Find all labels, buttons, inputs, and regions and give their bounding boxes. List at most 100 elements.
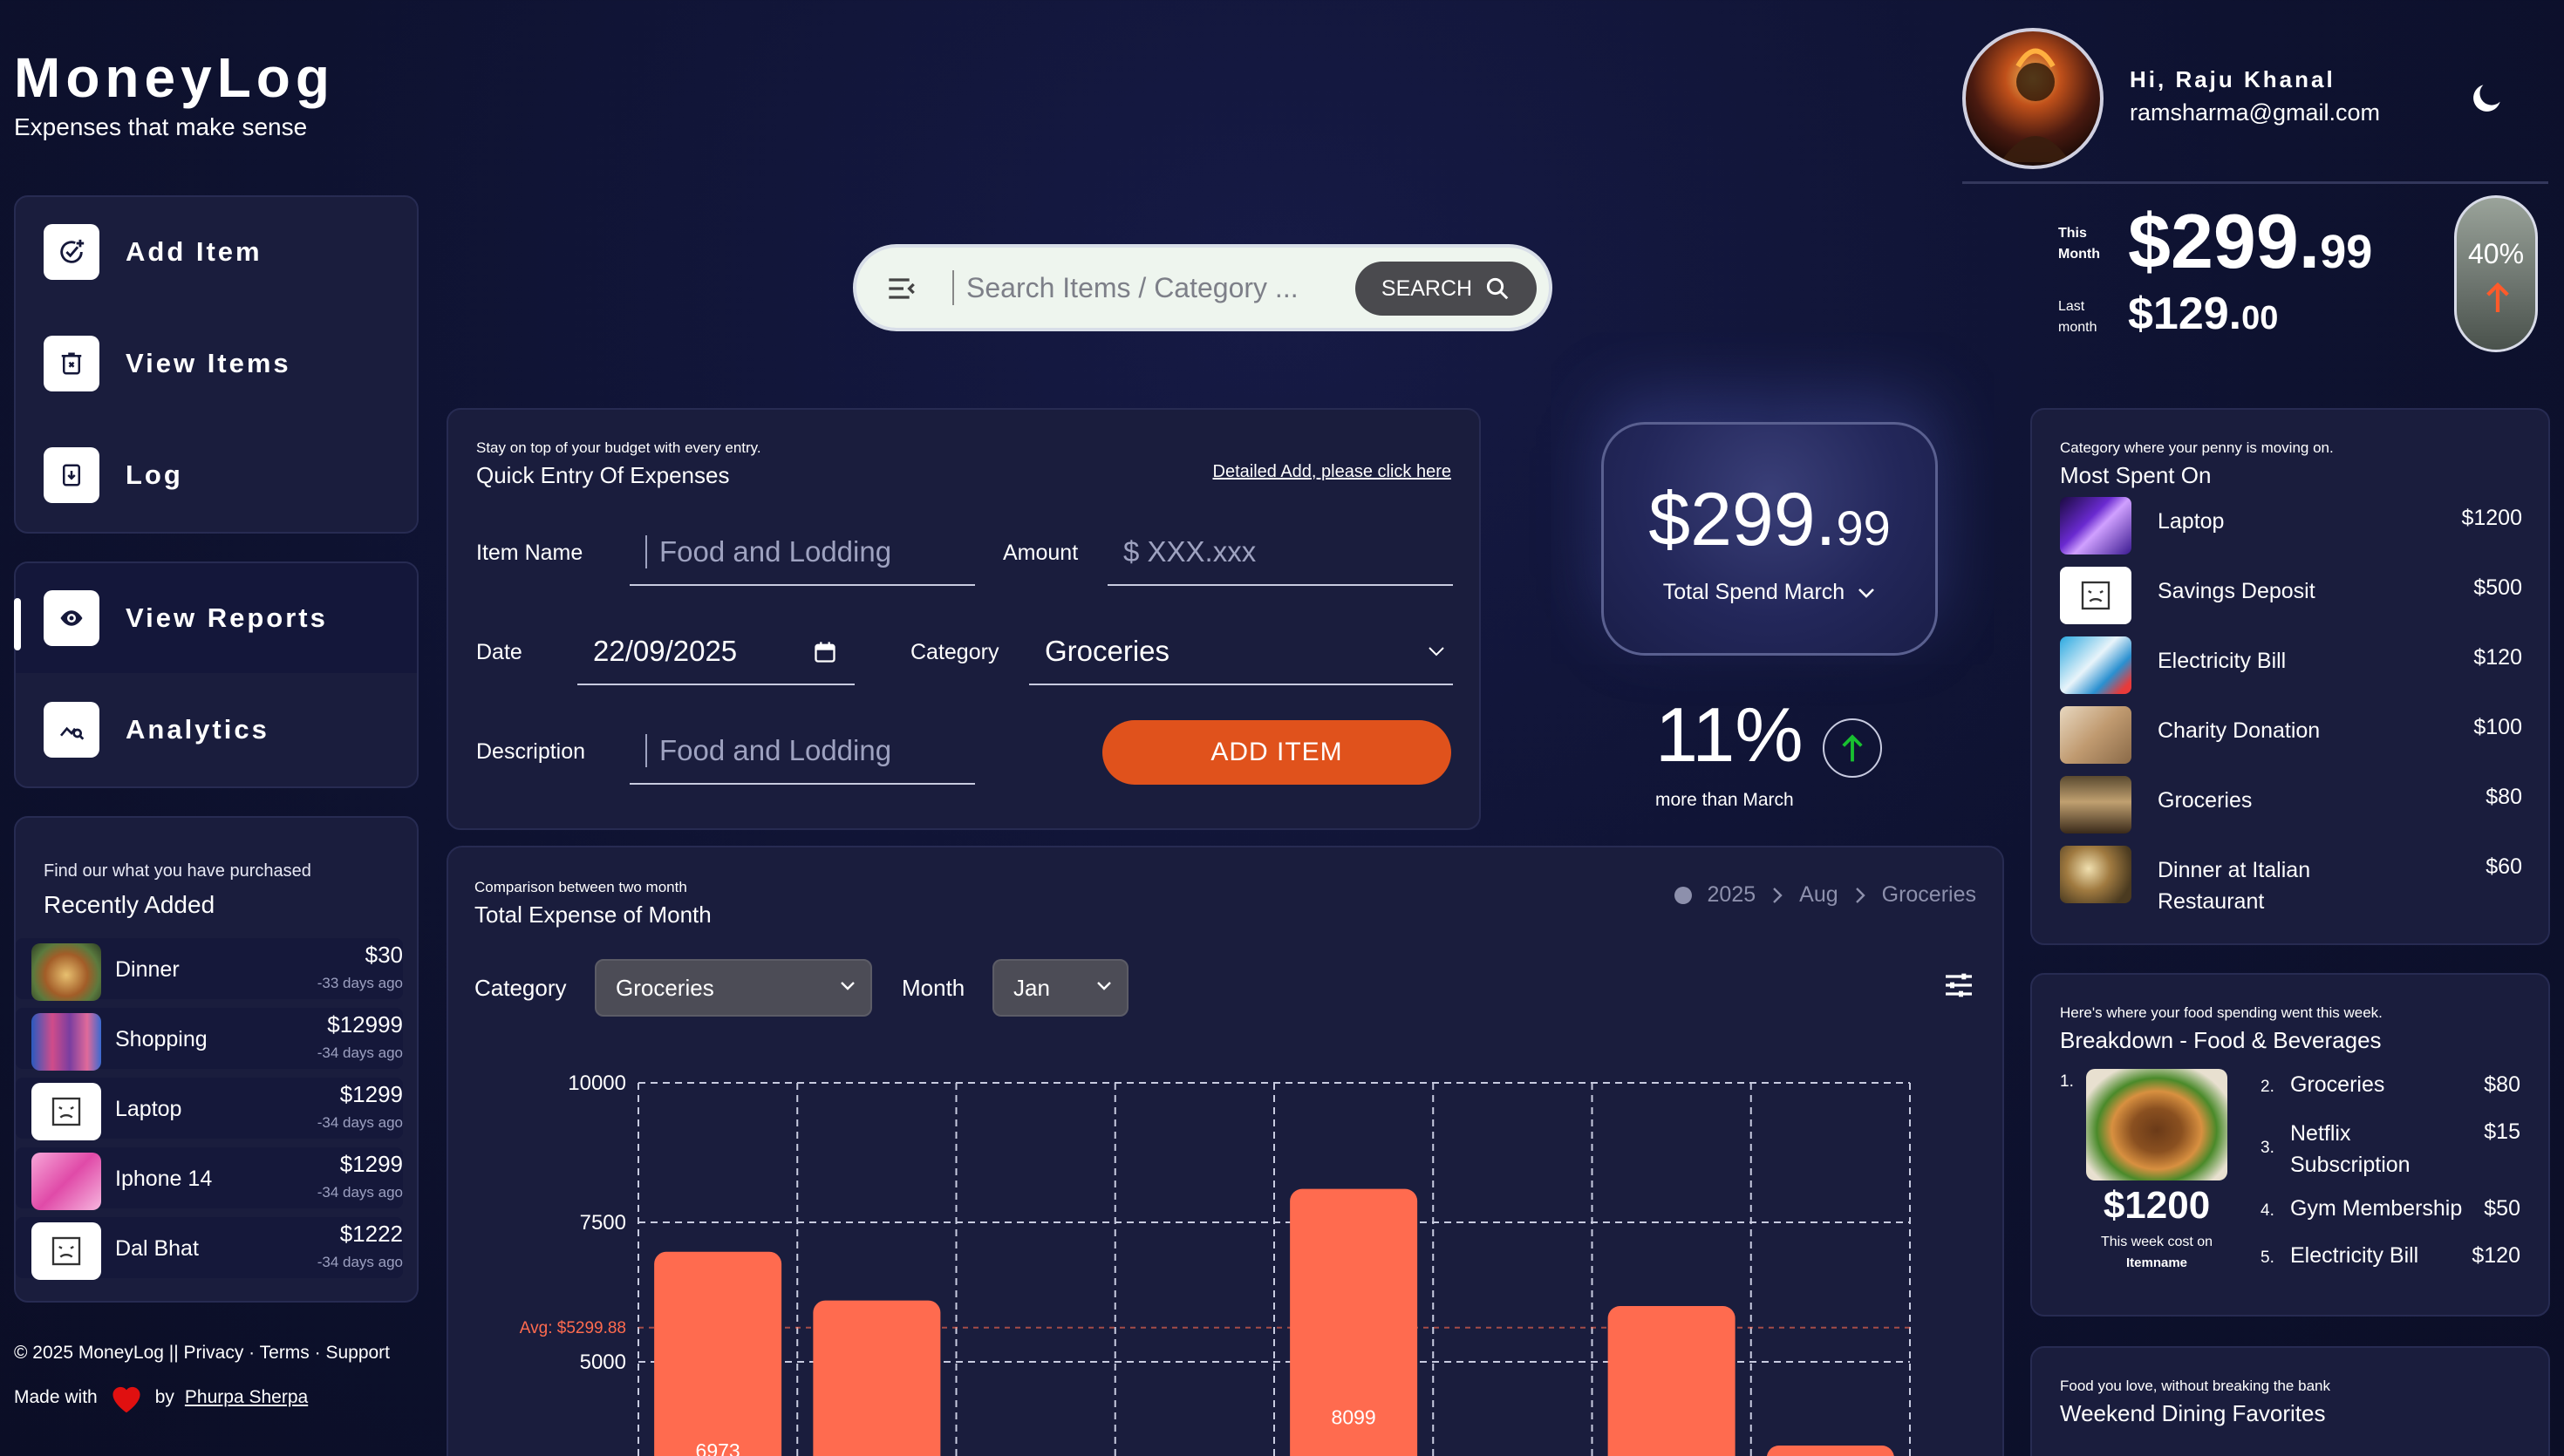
analytics-icon bbox=[44, 702, 99, 758]
category-select[interactable]: Groceries bbox=[1029, 619, 1453, 685]
date-field[interactable]: 22/09/2025 bbox=[577, 619, 855, 685]
percent-change: 11% bbox=[1655, 691, 1804, 778]
nav-label: Analytics bbox=[126, 714, 269, 745]
footer-credit: Made with by Phurpa Sherpa bbox=[14, 1381, 308, 1414]
filter-menu-icon[interactable] bbox=[886, 274, 921, 303]
y-tick-label: 10000 bbox=[568, 1072, 626, 1095]
nav-analytics[interactable]: Analytics bbox=[16, 675, 417, 785]
list-item[interactable]: Dal Bhat $1222 -34 days ago bbox=[16, 1217, 403, 1280]
weekend-title: Weekend Dining Favorites bbox=[2060, 1400, 2326, 1426]
total-spend-card: $299.99 Total Spend March bbox=[1601, 422, 1938, 656]
list-item[interactable]: Shopping $12999 -34 days ago bbox=[16, 1008, 403, 1071]
most-spent-caption: Category where your penny is moving on. bbox=[2060, 439, 2334, 456]
most-spent-amount: $500 bbox=[2473, 575, 2522, 600]
weekend-caption: Food you love, without breaking the bank bbox=[2060, 1378, 2330, 1394]
add-circle-icon bbox=[44, 224, 99, 280]
breakdown-title: Breakdown - Food & Beverages bbox=[2060, 1027, 2382, 1053]
breakdown-item-amount: $80 bbox=[2484, 1072, 2520, 1097]
comparison-panel: Comparison between two month Total Expen… bbox=[447, 846, 2004, 1456]
breakdown-item-amount: $120 bbox=[2472, 1243, 2520, 1268]
date-label: Date bbox=[476, 640, 522, 664]
author-link[interactable]: Phurpa Sherpa bbox=[185, 1387, 308, 1408]
nav-label: View Reports bbox=[126, 602, 328, 633]
item-name-label: Item Name bbox=[476, 541, 583, 565]
quick-entry-caption: Stay on top of your budget with every en… bbox=[476, 439, 761, 456]
list-item[interactable]: Charity Donation $100 bbox=[2060, 706, 2522, 764]
total-spend-amount: $299.99 bbox=[1648, 478, 1891, 561]
nav-view-items[interactable]: View Items bbox=[16, 309, 417, 418]
percent-caption: more than March bbox=[1655, 790, 1794, 810]
search-input[interactable]: Search Items / Category ... bbox=[966, 272, 1299, 304]
most-spent-name: Savings Deposit bbox=[2158, 579, 2315, 603]
recently-added-panel: Find our what you have purchased Recentl… bbox=[14, 816, 419, 1303]
most-spent-amount: $60 bbox=[2486, 854, 2522, 879]
detailed-add-link[interactable]: Detailed Add, please click here bbox=[1213, 462, 1452, 482]
recent-item-amount: $12999 bbox=[327, 1011, 403, 1038]
list-item[interactable]: Groceries $80 bbox=[2060, 776, 2522, 833]
recent-item-amount: $30 bbox=[365, 942, 403, 968]
calendar-icon[interactable] bbox=[813, 640, 837, 664]
list-item[interactable]: Electricity Bill $120 bbox=[2060, 636, 2522, 694]
list-item[interactable]: Dinner $30 -33 days ago bbox=[16, 938, 403, 1001]
total-spend-selector[interactable]: Total Spend March bbox=[1604, 580, 1935, 605]
list-item[interactable]: Laptop $1200 bbox=[2060, 497, 2522, 555]
search-bar[interactable]: Search Items / Category ... SEARCH bbox=[853, 244, 1552, 331]
nav-log[interactable]: Log bbox=[16, 420, 417, 530]
weekend-dining-panel: Food you love, without breaking the bank… bbox=[2030, 1346, 2550, 1456]
recent-item-name: Iphone 14 bbox=[115, 1167, 213, 1191]
nav-label: Log bbox=[126, 459, 183, 490]
avatar-figure-icon bbox=[2001, 48, 2070, 162]
search-button-label: SEARCH bbox=[1381, 276, 1473, 301]
nav-add-item[interactable]: Add Item bbox=[16, 197, 417, 307]
list-item[interactable]: Savings Deposit $500 bbox=[2060, 567, 2522, 624]
most-spent-amount: $80 bbox=[2486, 785, 2522, 809]
recent-item-name: Dinner bbox=[115, 957, 180, 982]
breakdown-top-amount: $1200 bbox=[2103, 1184, 2211, 1227]
most-spent-amount: $100 bbox=[2473, 715, 2522, 739]
moon-icon[interactable] bbox=[2468, 78, 2506, 117]
chart-bar bbox=[654, 1251, 782, 1456]
y-tick-label: 5000 bbox=[580, 1351, 626, 1374]
nav-view-reports[interactable]: View Reports bbox=[14, 563, 417, 673]
no-image-icon bbox=[31, 1083, 101, 1140]
breakdown-rank: 2. bbox=[2261, 1078, 2274, 1096]
most-spent-name: Electricity Bill bbox=[2158, 649, 2287, 673]
user-email: ramsharma@gmail.com bbox=[2130, 99, 2380, 126]
breakdown-item-name: Netflix Subscription bbox=[2290, 1121, 2411, 1177]
chart-bar bbox=[1607, 1306, 1735, 1456]
most-spent-name: Charity Donation bbox=[2158, 718, 2321, 743]
bar-value-label: 8099 bbox=[1332, 1406, 1376, 1429]
this-month-label: This Month bbox=[2058, 226, 2100, 262]
bar-value-label: 6973 bbox=[696, 1439, 740, 1456]
item-name-field[interactable]: Food and Lodding bbox=[630, 520, 975, 586]
breakdown-top-caption: This week cost on bbox=[2100, 1235, 2213, 1249]
list-item[interactable]: Dinner at Italian Restaurant $60 bbox=[2060, 846, 2522, 914]
last-month-label: Last month bbox=[2058, 299, 2097, 335]
add-item-button[interactable]: ADD ITEM bbox=[1102, 720, 1451, 785]
trend-up-icon bbox=[1823, 718, 1882, 778]
most-spent-name: Groceries bbox=[2158, 788, 2253, 813]
search-button[interactable]: SEARCH bbox=[1355, 262, 1537, 316]
input-caret bbox=[645, 734, 647, 767]
description-field[interactable]: Food and Lodding bbox=[630, 718, 975, 785]
recent-caption: Find our what you have purchased bbox=[44, 861, 311, 881]
app-subtitle: Expenses that make sense bbox=[14, 113, 308, 140]
chevron-down-icon bbox=[1429, 647, 1444, 657]
category-label: Category bbox=[910, 640, 999, 664]
list-item[interactable]: Laptop $1299 -34 days ago bbox=[16, 1078, 403, 1140]
list-item[interactable]: Iphone 14 $1299 -34 days ago bbox=[16, 1147, 403, 1210]
chart-bar bbox=[1767, 1446, 1894, 1456]
no-image-icon bbox=[2060, 567, 2131, 624]
most-spent-amount: $1200 bbox=[2461, 506, 2522, 530]
this-month-amount: $299.99 bbox=[2128, 198, 2373, 284]
breakdown-caption: Here's where your food spending went thi… bbox=[2060, 1004, 2383, 1021]
y-tick-label: 7500 bbox=[580, 1211, 626, 1235]
recent-item-time: -34 days ago bbox=[317, 1044, 403, 1061]
nav-label: Add Item bbox=[126, 236, 263, 267]
search-icon bbox=[1486, 277, 1509, 300]
recent-item-name: Laptop bbox=[115, 1097, 182, 1121]
breakdown-rank: 1. bbox=[2060, 1072, 2074, 1091]
avatar[interactable] bbox=[1962, 28, 2104, 169]
burger-image bbox=[2086, 1069, 2227, 1180]
amount-field[interactable]: $ XXX.xxx bbox=[1108, 520, 1453, 586]
